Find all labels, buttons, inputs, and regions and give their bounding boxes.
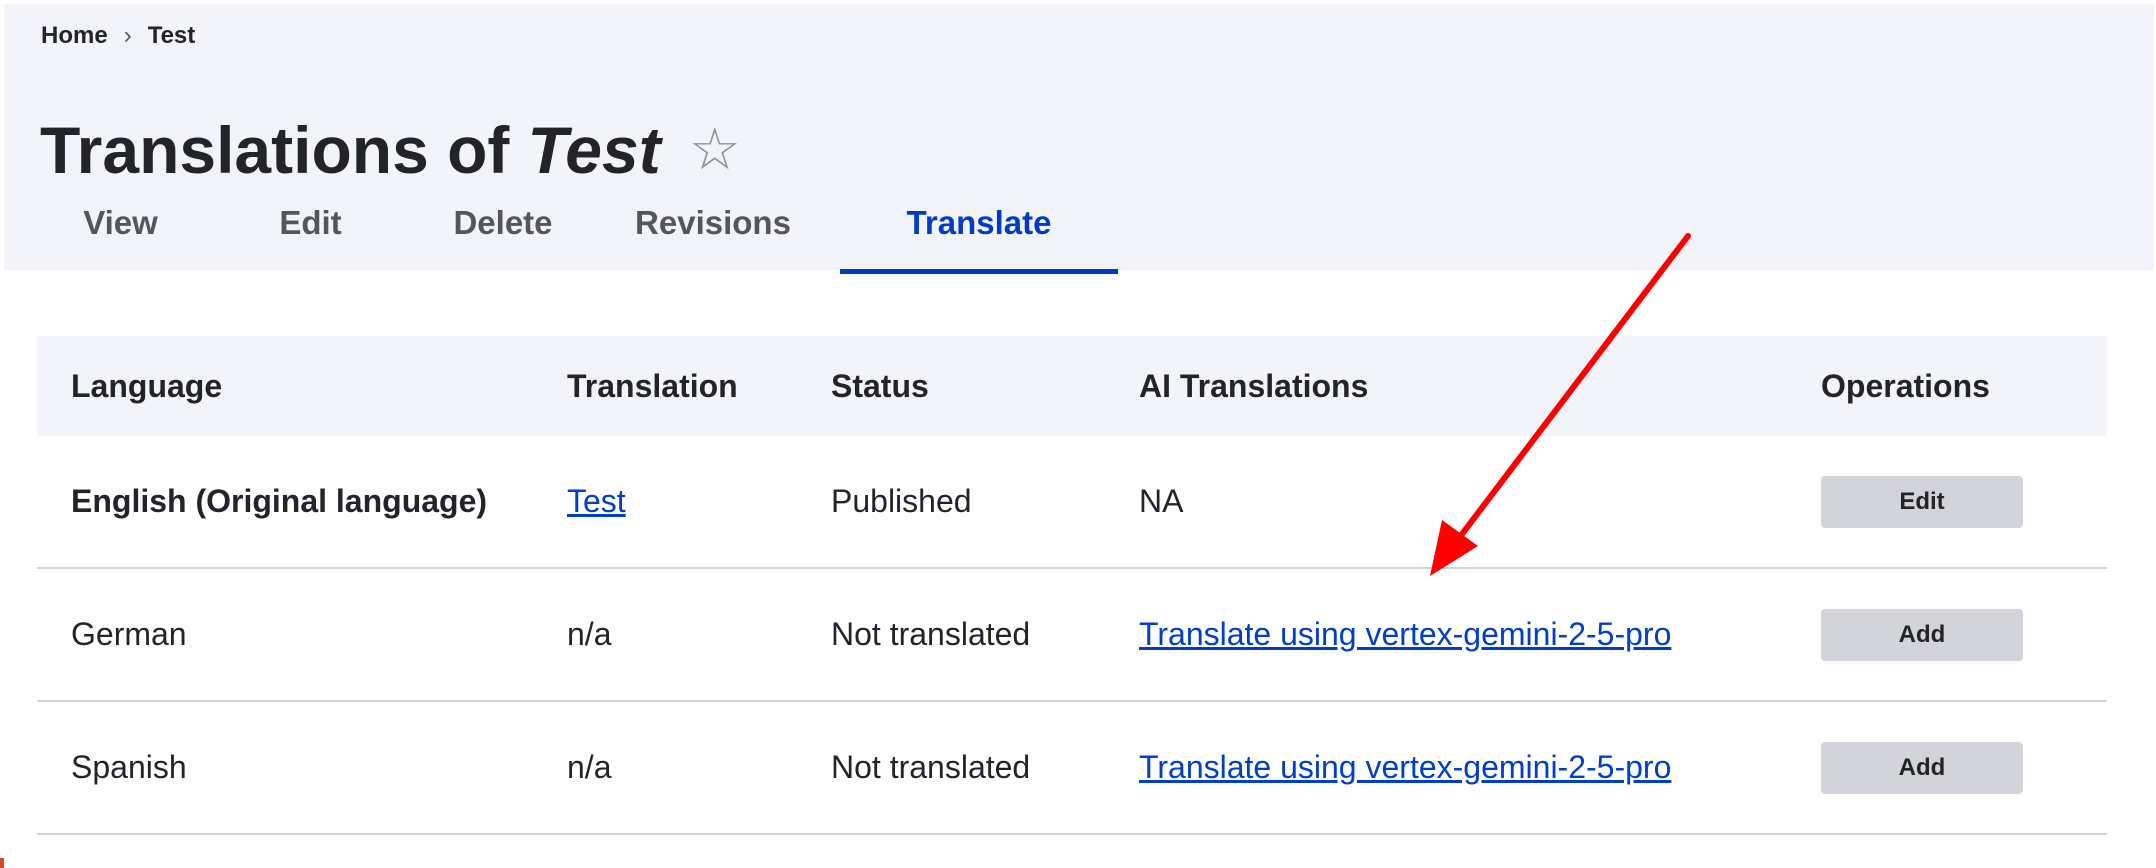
add-button[interactable]: Add xyxy=(1821,608,2023,661)
breadcrumb-separator: › xyxy=(123,22,132,49)
breadcrumb: Home › Test xyxy=(41,22,195,50)
add-button[interactable]: Add xyxy=(1821,741,2023,794)
page: Home › Test Translations of Test ☆ View … xyxy=(0,0,2156,868)
status-cell: Not translated xyxy=(831,749,1031,785)
column-header-translation: Translation xyxy=(567,367,738,404)
ai-translate-link[interactable]: Translate using vertex-gemini-2-5-pro xyxy=(1139,616,1671,652)
status-cell: Not translated xyxy=(831,616,1031,652)
tab-delete[interactable]: Delete xyxy=(420,190,586,274)
translation-cell: n/a xyxy=(567,749,612,785)
translations-table: Language Translation Status AI Translati… xyxy=(37,336,2107,835)
breadcrumb-home-link[interactable]: Home xyxy=(41,22,108,50)
edge-marker xyxy=(0,858,4,868)
status-cell: Published xyxy=(831,483,972,519)
table-row: English (Original language) Test Publish… xyxy=(37,436,2107,569)
page-header: Home › Test Translations of Test ☆ View … xyxy=(4,4,2154,274)
local-tasks-tabs: View Edit Delete Revisions Translate xyxy=(40,190,1118,274)
breadcrumb-current[interactable]: Test xyxy=(148,22,196,50)
star-icon[interactable]: ☆ xyxy=(689,121,741,179)
page-title: Translations of Test ☆ xyxy=(40,108,741,192)
table-header-row: Language Translation Status AI Translati… xyxy=(37,336,2107,436)
language-cell: German xyxy=(71,616,187,652)
tab-revisions[interactable]: Revisions xyxy=(612,190,814,274)
ai-translate-link[interactable]: Translate using vertex-gemini-2-5-pro xyxy=(1139,749,1671,785)
language-cell: English (Original language) xyxy=(71,483,488,519)
column-header-status: Status xyxy=(831,367,929,404)
edit-button[interactable]: Edit xyxy=(1821,475,2023,528)
page-title-prefix: Translations of xyxy=(40,113,510,188)
column-header-operations: Operations xyxy=(1821,367,1990,404)
tab-edit[interactable]: Edit xyxy=(201,190,420,274)
column-header-ai-translations: AI Translations xyxy=(1139,367,1369,404)
translation-cell: n/a xyxy=(567,616,612,652)
table-row: German n/a Not translated Translate usin… xyxy=(37,569,2107,702)
language-cell: Spanish xyxy=(71,749,187,785)
page-title-entity: Test xyxy=(527,113,661,188)
tab-translate[interactable]: Translate xyxy=(840,190,1118,274)
ai-translation-cell: NA xyxy=(1139,483,1184,519)
column-header-language: Language xyxy=(71,367,223,404)
translation-link[interactable]: Test xyxy=(567,483,626,519)
table-row: Spanish n/a Not translated Translate usi… xyxy=(37,702,2107,835)
tab-view[interactable]: View xyxy=(40,190,201,274)
